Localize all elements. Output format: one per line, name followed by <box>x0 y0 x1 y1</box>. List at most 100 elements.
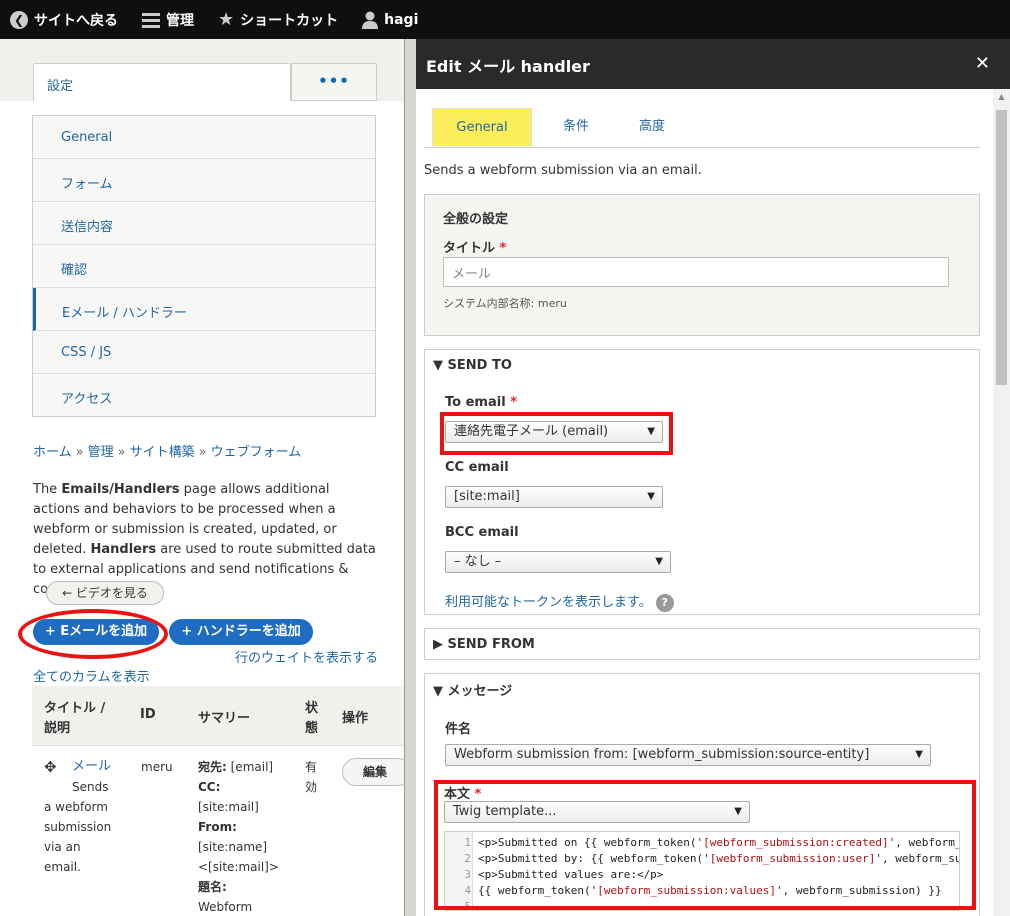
summary-line: 宛先: [email] <box>198 757 273 777</box>
general-settings-legend: 全般の設定 <box>443 212 509 227</box>
subject-label: 件名 <box>445 722 472 737</box>
nav-item-email-handlers[interactable]: Eメール / ハンドラー <box>33 288 375 331</box>
user-link[interactable]: hagi <box>362 0 418 39</box>
general-settings-fieldset: 全般の設定 タイトル * メール システム内部名称: meru <box>424 194 980 336</box>
breadcrumb-sep: » <box>117 445 126 460</box>
collapse-arrow-icon: ▼ <box>433 684 448 699</box>
tab-general[interactable]: General <box>432 108 532 146</box>
send-from-legend[interactable]: ▶ SEND FROM <box>433 637 535 652</box>
cc-email-value: [site:mail] <box>454 489 520 504</box>
user-name: hagi <box>384 11 419 28</box>
to-email-label-text: To email <box>445 395 506 410</box>
summary-line: [site:mail] <box>198 797 259 817</box>
bcc-email-select[interactable]: – なし – ▼ <box>445 551 671 573</box>
bcc-email-label: BCC email <box>445 525 519 540</box>
cc-email-select[interactable]: [site:mail] ▼ <box>445 486 663 508</box>
back-to-site-link[interactable]: ❮ サイトへ戻る <box>10 0 118 39</box>
add-handler-button[interactable]: + ハンドラーを追加 <box>169 619 313 645</box>
back-to-site-label: サイトへ戻る <box>34 12 118 29</box>
tab-settings[interactable]: 設定 <box>33 63 291 101</box>
title-label: タイトル * <box>443 237 506 256</box>
summary-line: Webform <box>198 897 252 916</box>
shortcuts-link[interactable]: ★ ショートカット <box>218 0 338 39</box>
col-summary: サマリー <box>198 711 251 726</box>
dialog-title: Edit メール handler <box>426 57 590 76</box>
row-desc-line: email. <box>44 860 81 874</box>
col-title: タイトル / <box>44 701 106 716</box>
webform-handlers-page: 設定 ••• General フォーム 送信内容 確認 Eメール / ハンドラー… <box>0 39 404 916</box>
required-marker: * <box>499 241 507 256</box>
modal-overlay-edge <box>404 39 416 916</box>
col-title-2: 説明 <box>44 721 71 736</box>
desc-text: The <box>33 482 62 497</box>
help-icon[interactable]: ? <box>655 594 674 612</box>
summary-line: From: <box>198 817 237 837</box>
admin-toolbar: ❮ サイトへ戻る 管理 ★ ショートカット hagi <box>0 0 1010 39</box>
user-icon <box>362 11 379 29</box>
breadcrumb-sep: » <box>198 445 207 460</box>
menu-icon <box>142 12 160 28</box>
scrollbar-thumb[interactable] <box>996 110 1007 385</box>
title-input[interactable]: メール <box>443 257 949 287</box>
manage-link[interactable]: 管理 <box>142 0 194 39</box>
summary-value: Webform <box>198 900 253 914</box>
nav-item-confirmation[interactable]: 確認 <box>33 245 375 288</box>
summary-key: 宛先: <box>198 760 227 774</box>
breadcrumb-admin[interactable]: 管理 <box>88 445 114 460</box>
watch-video-button[interactable]: ← ビデオを見る <box>46 581 164 605</box>
required-marker: * <box>510 395 517 410</box>
show-all-columns-link[interactable]: 全てのカラムを表示 <box>33 666 150 685</box>
edit-button[interactable]: 編集 <box>342 758 404 786</box>
tab-more-button[interactable]: ••• <box>291 63 377 101</box>
scroll-up-icon[interactable]: ▲ <box>996 92 1007 102</box>
send-to-legend[interactable]: ▼ SEND TO <box>433 358 512 373</box>
annotation-oval <box>18 609 168 659</box>
subject-value: Webform submission from: [webform_submis… <box>454 747 870 762</box>
star-icon: ★ <box>218 9 235 30</box>
breadcrumb: ホーム» 管理» サイト構築» ウェブフォーム <box>33 441 301 460</box>
summary-key: From: <box>198 820 237 834</box>
show-row-weights-link[interactable]: 行のウェイトを表示する <box>235 647 378 666</box>
nav-item-css-js[interactable]: CSS / JS <box>33 331 375 374</box>
message-legend-text: メッセージ <box>447 684 513 699</box>
to-email-label: To email * <box>445 395 517 410</box>
breadcrumb-structure[interactable]: サイト構築 <box>130 445 195 460</box>
breadcrumb-sep: » <box>75 445 84 460</box>
row-status-2: 効 <box>305 780 318 794</box>
secondary-nav: General フォーム 送信内容 確認 Eメール / ハンドラー CSS / … <box>32 115 376 417</box>
close-icon[interactable]: ✕ <box>975 53 990 74</box>
table-header: タイトル / 説明 ID サマリー 状 態 操作 <box>32 686 404 746</box>
summary-value: [site:name] <box>198 840 268 854</box>
nav-item-general[interactable]: General <box>33 116 375 159</box>
col-status-2: 態 <box>305 721 319 736</box>
tab-conditions[interactable]: 条件 <box>544 108 608 146</box>
browse-tokens-text: 利用可能なトークンを表示します。 <box>445 595 652 610</box>
manage-label: 管理 <box>166 12 194 29</box>
breadcrumb-home[interactable]: ホーム <box>33 445 72 460</box>
browse-tokens-link[interactable]: 利用可能なトークンを表示します。? <box>445 591 674 612</box>
dialog-tabs: General 条件 高度 <box>424 108 980 148</box>
chevron-down-icon: ▼ <box>915 749 923 760</box>
tab-advanced[interactable]: 高度 <box>620 108 684 146</box>
summary-key: 題名: <box>198 880 227 894</box>
shortcuts-label: ショートカット <box>240 12 339 29</box>
summary-value: <[site:mail]> <box>198 860 279 874</box>
breadcrumb-webforms[interactable]: ウェブフォーム <box>211 445 302 460</box>
message-legend[interactable]: ▼ メッセージ <box>433 680 512 699</box>
col-operations: 操作 <box>342 711 369 726</box>
dialog-titlebar: Edit メール handler ✕ <box>416 39 1010 89</box>
handler-title-link[interactable]: メール <box>72 757 111 777</box>
send-from-legend-text: SEND FROM <box>447 637 535 652</box>
nav-item-access[interactable]: アクセス <box>33 374 375 417</box>
handler-description: Sends a webform submission via an email. <box>424 163 702 178</box>
subject-select[interactable]: Webform submission from: [webform_submis… <box>445 744 931 766</box>
title-label-text: タイトル <box>443 241 496 256</box>
drag-handle-icon[interactable]: ✥ <box>44 757 57 777</box>
nav-item-submissions[interactable]: 送信内容 <box>33 202 375 245</box>
chevron-down-icon: ▼ <box>655 556 663 567</box>
expand-arrow-icon: ▶ <box>433 637 448 652</box>
row-status: 有 <box>305 760 318 774</box>
summary-value: [site:mail] <box>198 800 259 814</box>
nav-item-form[interactable]: フォーム <box>33 159 375 202</box>
send-from-fieldset: ▶ SEND FROM <box>424 628 980 660</box>
